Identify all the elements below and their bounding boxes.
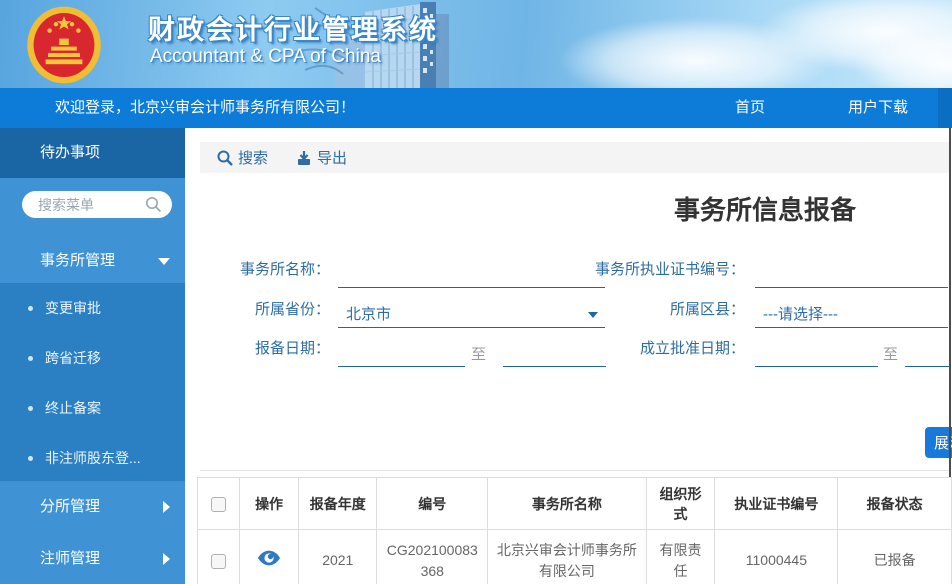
col-header-firm-name: 事务所名称 bbox=[488, 478, 646, 530]
bullet-icon bbox=[28, 456, 33, 461]
section-divider bbox=[200, 470, 950, 471]
content-toolbar: 搜索 导出 bbox=[200, 142, 950, 173]
bullet-icon bbox=[28, 306, 33, 311]
sidebar-subitem-termination-filing[interactable]: 终止备案 bbox=[0, 383, 185, 433]
sidebar-subitem-cross-province-move[interactable]: 跨省迁移 bbox=[0, 333, 185, 383]
row-select-cell bbox=[198, 530, 240, 584]
sidebar-subitem-label: 非注师股东登... bbox=[45, 450, 141, 466]
chevron-right-icon bbox=[163, 553, 170, 565]
establish-date-label: 成立批准日期： bbox=[560, 337, 745, 358]
select-all-checkbox[interactable] bbox=[211, 497, 226, 512]
nav-user-download-link[interactable]: 用户下载 bbox=[848, 88, 908, 128]
system-title: 财政会计行业管理系统 bbox=[148, 8, 438, 47]
page-header-banner: 财政会计行业管理系统 Accountant & CPA of China bbox=[0, 0, 952, 88]
district-select[interactable] bbox=[755, 300, 948, 328]
sidebar-menu-search-input[interactable] bbox=[38, 197, 145, 213]
search-button-label: 搜索 bbox=[238, 147, 268, 168]
col-header-license-number: 执业证书编号 bbox=[715, 478, 838, 530]
sidebar-item-label: 事务所管理 bbox=[40, 252, 115, 269]
province-label: 所属省份： bbox=[185, 298, 330, 319]
page-title: 事务所信息报备 bbox=[600, 190, 930, 227]
system-subtitle: Accountant & CPA of China bbox=[150, 46, 381, 68]
select-all-cell bbox=[198, 478, 240, 530]
row-report-status: 已报备 bbox=[838, 530, 952, 584]
nav-home-link[interactable]: 首页 bbox=[735, 88, 765, 128]
view-button[interactable] bbox=[258, 550, 280, 566]
show-button[interactable]: 展示 bbox=[925, 427, 952, 458]
sidebar-subitem-non-cpa-shareholder[interactable]: 非注师股东登... bbox=[0, 433, 185, 483]
firm-name-label: 事务所名称： bbox=[185, 258, 330, 279]
sidebar-menu-search[interactable] bbox=[22, 191, 172, 218]
district-label: 所属区县： bbox=[560, 298, 745, 319]
sidebar-submenu-firm-management: 变更审批 跨省迁移 终止备案 非注师股东登... bbox=[0, 283, 185, 481]
sidebar-subitem-label: 终止备案 bbox=[45, 400, 101, 416]
report-date-from-input[interactable] bbox=[338, 339, 465, 367]
eye-icon bbox=[258, 550, 280, 566]
welcome-message: 欢迎登录，北京兴审会计师事务所有限公司！ bbox=[55, 88, 355, 128]
firm-report-table: 操作 报备年度 编号 事务所名称 组织形式 执业证书编号 报备状态 bbox=[197, 477, 952, 584]
row-operation-cell bbox=[239, 530, 298, 584]
bullet-icon bbox=[28, 406, 33, 411]
sidebar-subitem-change-approval[interactable]: 变更审批 bbox=[0, 283, 185, 333]
sidebar-item-branch-management[interactable]: 分所管理 bbox=[0, 482, 185, 532]
national-emblem-icon bbox=[18, 5, 110, 85]
search-icon bbox=[145, 196, 162, 213]
welcome-bar-edge-shade bbox=[938, 88, 952, 128]
row-code: CG202100083368 bbox=[377, 530, 488, 584]
sidebar-subitem-label: 跨省迁移 bbox=[45, 350, 101, 366]
sidebar-subitem-label: 变更审批 bbox=[45, 300, 101, 316]
export-icon bbox=[296, 150, 312, 166]
col-header-operation: 操作 bbox=[239, 478, 298, 530]
license-number-input[interactable] bbox=[755, 260, 948, 288]
sidebar-item-todo[interactable]: 待办事项 bbox=[0, 128, 185, 178]
row-org-form: 有限责任 bbox=[646, 530, 715, 584]
sidebar-item-label: 注师管理 bbox=[40, 550, 100, 567]
establish-date-from-input[interactable] bbox=[755, 339, 878, 367]
license-number-label: 事务所执业证书编号： bbox=[560, 258, 745, 279]
export-button-label: 导出 bbox=[317, 147, 347, 168]
sidebar-item-cpa-management[interactable]: 注师管理 bbox=[0, 534, 185, 584]
export-button[interactable]: 导出 bbox=[296, 147, 347, 168]
report-date-to-text: 至 bbox=[471, 343, 486, 364]
col-header-report-status: 报备状态 bbox=[838, 478, 952, 530]
col-header-code: 编号 bbox=[377, 478, 488, 530]
col-header-org-form: 组织形式 bbox=[646, 478, 715, 530]
chevron-right-icon bbox=[163, 501, 170, 513]
sidebar-item-label: 分所管理 bbox=[40, 498, 100, 515]
table-header-row: 操作 报备年度 编号 事务所名称 组织形式 执业证书编号 报备状态 bbox=[198, 478, 952, 530]
chevron-down-icon bbox=[158, 258, 170, 265]
welcome-bar: 欢迎登录，北京兴审会计师事务所有限公司！ 首页 用户下载 bbox=[0, 88, 952, 128]
establish-date-to-text: 至 bbox=[883, 343, 898, 364]
table-row: 2021 CG202100083368 北京兴审会计师事务所有限公司 有限责任 … bbox=[198, 530, 952, 584]
col-header-report-year: 报备年度 bbox=[299, 478, 377, 530]
row-firm-name: 北京兴审会计师事务所有限公司 bbox=[488, 530, 646, 584]
row-license-number: 11000445 bbox=[715, 530, 838, 584]
search-button[interactable]: 搜索 bbox=[217, 147, 268, 168]
app-window: 财政会计行业管理系统 Accountant & CPA of China 欢迎登… bbox=[0, 0, 952, 584]
search-icon bbox=[217, 150, 233, 166]
sidebar: 待办事项 事务所管理 变更审批 跨省迁移 终止备案 bbox=[0, 128, 185, 584]
row-checkbox[interactable] bbox=[211, 554, 226, 569]
bullet-icon bbox=[28, 356, 33, 361]
establish-date-to-input[interactable] bbox=[905, 339, 950, 367]
report-date-label: 报备日期： bbox=[185, 337, 330, 358]
row-report-year: 2021 bbox=[299, 530, 377, 584]
sidebar-item-firm-management[interactable]: 事务所管理 bbox=[0, 236, 185, 286]
